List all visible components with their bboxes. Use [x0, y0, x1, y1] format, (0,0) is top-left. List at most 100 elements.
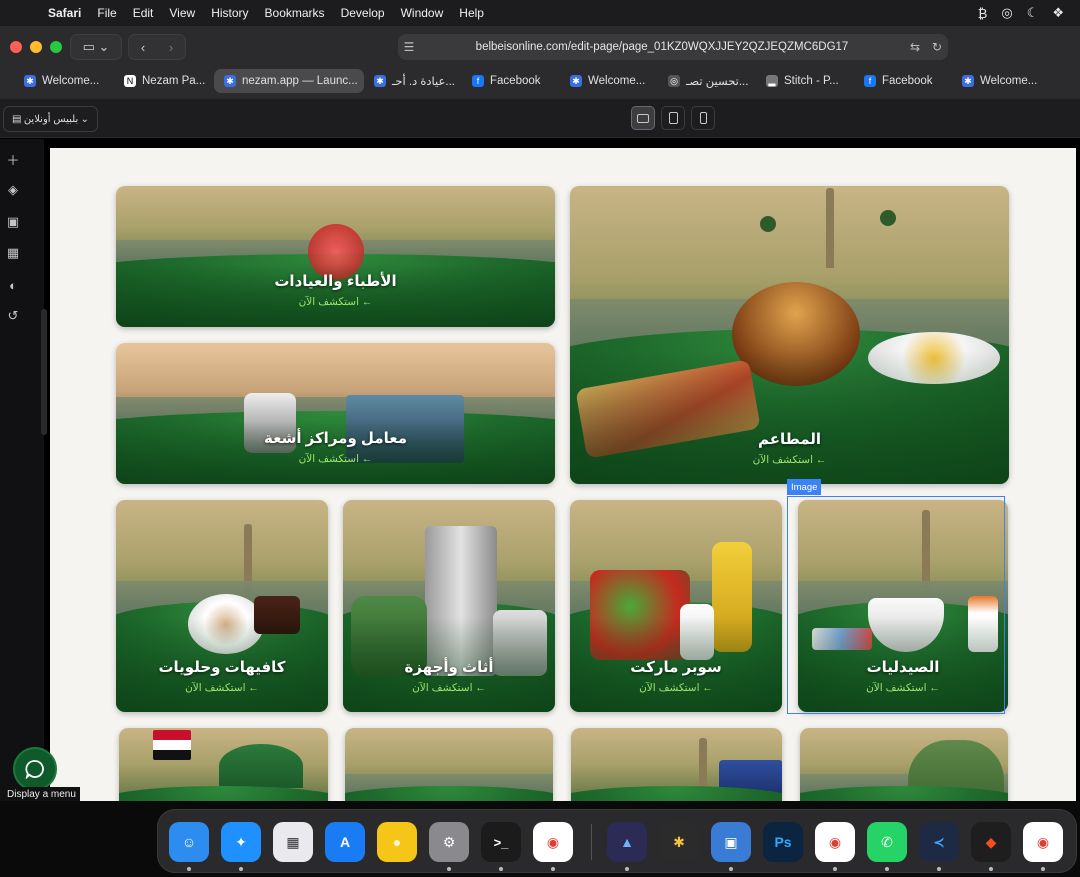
notes-icon[interactable]: ● [377, 822, 417, 862]
mobile-icon [699, 112, 707, 124]
components-icon[interactable]: ▦ [0, 240, 26, 266]
system-settings-icon[interactable]: ⚙ [429, 822, 469, 862]
address-bar[interactable]: ☰ belbeisonline.com/edit-page/page_01KZ0… [398, 34, 948, 60]
minaret [826, 188, 834, 268]
card-cta[interactable]: استكشف الآن ← [570, 682, 782, 694]
creative-cloud-icon[interactable]: ◎ [1001, 5, 1012, 21]
card-cta[interactable]: استكشف الآن ← [116, 453, 555, 465]
category-card-labs[interactable]: معامل ومراكز أشعة استكشف الآن ← [116, 343, 555, 484]
running-indicator [551, 867, 555, 871]
tab[interactable]: ◎ تحسين تصـ... [658, 69, 756, 93]
tab[interactable]: f Facebook [462, 69, 560, 93]
chat-button[interactable] [13, 747, 57, 791]
menu-bookmarks[interactable]: Bookmarks [257, 6, 333, 20]
tab-active[interactable]: ✱ nezam.app — Launc... [214, 69, 364, 93]
gear-icon: ✱ [570, 75, 582, 87]
menu-develop[interactable]: Develop [333, 6, 393, 20]
card-cta[interactable]: استكشف الآن ← [116, 296, 555, 308]
tab[interactable]: ✱ Welcome... [952, 69, 1050, 93]
category-card-pharmacies[interactable]: الصيدليات استكشف الآن ← [798, 500, 1008, 712]
menu-history[interactable]: History [203, 6, 256, 20]
menu-help[interactable]: Help [451, 6, 492, 20]
tab[interactable]: ✱ عيادة د. أحـ... [364, 69, 462, 93]
menu-file[interactable]: File [89, 6, 124, 20]
reload-icon[interactable]: ↻ [926, 40, 948, 54]
tab[interactable]: ✱ Welcome... [560, 69, 658, 93]
menu-safari[interactable]: Safari [40, 6, 89, 20]
close-window-button[interactable] [10, 41, 22, 53]
add-icon[interactable]: ＋ [0, 146, 26, 172]
finder-icon[interactable]: ☺ [169, 822, 209, 862]
editor-toolbar: ▤ بلبيس أونلاين ⌄ [0, 98, 1080, 138]
page-canvas: الأطباء والعيادات استكشف الآن ← المطاعم … [50, 148, 1076, 801]
card-cta[interactable]: استكشف الآن ← [116, 682, 328, 694]
forward-button[interactable]: › [157, 40, 185, 55]
running-indicator [625, 867, 629, 871]
launchpad-icon[interactable]: ▦ [273, 822, 313, 862]
category-card-clinics[interactable]: الأطباء والعيادات استكشف الآن ← [116, 186, 555, 327]
history-icon[interactable]: ↺ [0, 303, 26, 329]
tab[interactable]: f Facebook [854, 69, 952, 93]
image-icon[interactable]: ▣ [0, 209, 26, 235]
whatsapp-icon[interactable]: ✆ [867, 822, 907, 862]
currency-icon[interactable]: ₿ [978, 6, 988, 21]
desktop-view-button[interactable] [631, 106, 655, 130]
menu-view[interactable]: View [161, 6, 203, 20]
back-button[interactable]: ‹ [129, 40, 157, 55]
stitch-icon: ▂ [766, 75, 778, 87]
zoom-window-button[interactable] [50, 41, 62, 53]
safari-icon[interactable]: ✦ [221, 822, 261, 862]
affinity-icon[interactable]: ▲ [607, 822, 647, 862]
photoshop-icon[interactable]: Ps [763, 822, 803, 862]
app-store-icon[interactable]: A [325, 822, 365, 862]
category-card-supermarket[interactable]: سوبر ماركت استكشف الآن ← [570, 500, 782, 712]
translate-icon[interactable]: ⇆ [904, 40, 926, 54]
terminal-icon[interactable]: >_ [481, 822, 521, 862]
tooltip: Display a menu [3, 787, 80, 802]
page-selector-label: بلبيس أونلاين [23, 113, 79, 125]
layers-icon[interactable]: ◈ [0, 177, 26, 203]
vscode-icon[interactable]: ≺ [919, 822, 959, 862]
tab[interactable]: ✱ Welcome... [14, 69, 114, 93]
mobile-view-button[interactable] [691, 106, 715, 130]
menu-edit[interactable]: Edit [125, 6, 162, 20]
page-menu-icon[interactable]: ☰ [398, 40, 420, 54]
device-switcher [631, 106, 715, 130]
card-cta[interactable]: استكشف الآن ← [343, 682, 555, 694]
category-card-shop[interactable] [571, 728, 782, 801]
dock-separator [591, 824, 592, 860]
card-cta[interactable]: استكشف الآن ← [570, 454, 1009, 466]
palette-icon[interactable]: ◐ [0, 272, 26, 298]
minimize-window-button[interactable] [30, 41, 42, 53]
database-icon[interactable]: ▣ [711, 822, 751, 862]
chrome-icon[interactable]: ◉ [1023, 822, 1063, 862]
category-card-mosque[interactable] [119, 728, 328, 801]
figma-icon[interactable]: ◆ [971, 822, 1011, 862]
sidebar-toggle-button[interactable]: ▭ ⌄ [70, 34, 122, 60]
category-card-field[interactable] [345, 728, 553, 801]
moon-icon[interactable]: ☾ [1027, 5, 1039, 21]
category-card-backpack[interactable] [800, 728, 1008, 801]
card-title: سوبر ماركت [630, 659, 722, 676]
dropbox-icon[interactable]: ❖ [1052, 5, 1064, 21]
rail-scrollbar[interactable] [41, 309, 47, 435]
keys-icon[interactable]: ✱ [659, 822, 699, 862]
tab[interactable]: N Nezam Pa... [114, 69, 214, 93]
facebook-icon: f [472, 75, 484, 87]
tablet-view-button[interactable] [661, 106, 685, 130]
chrome-icon[interactable]: ◉ [815, 822, 855, 862]
page-selector[interactable]: ▤ بلبيس أونلاين ⌄ [3, 106, 98, 132]
palm-tree [760, 216, 776, 232]
page-icon: ▤ [12, 113, 22, 125]
url-text[interactable]: belbeisonline.com/edit-page/page_01KZ0WQ… [420, 41, 904, 53]
card-cta[interactable]: استكشف الآن ← [798, 682, 1008, 694]
category-card-cafes[interactable]: كافيهات وحلويات استكشف الآن ← [116, 500, 328, 712]
category-card-restaurants[interactable]: المطاعم استكشف الآن ← [570, 186, 1009, 484]
menu-window[interactable]: Window [393, 6, 452, 20]
facebook-icon: f [864, 75, 876, 87]
card-title: المطاعم [757, 431, 822, 448]
tab[interactable]: ▂ Stitch - P... [756, 69, 854, 93]
category-card-furniture[interactable]: أثاث وأجهزة استكشف الآن ← [343, 500, 555, 712]
chrome-icon[interactable]: ◉ [533, 822, 573, 862]
running-indicator [1041, 867, 1045, 871]
